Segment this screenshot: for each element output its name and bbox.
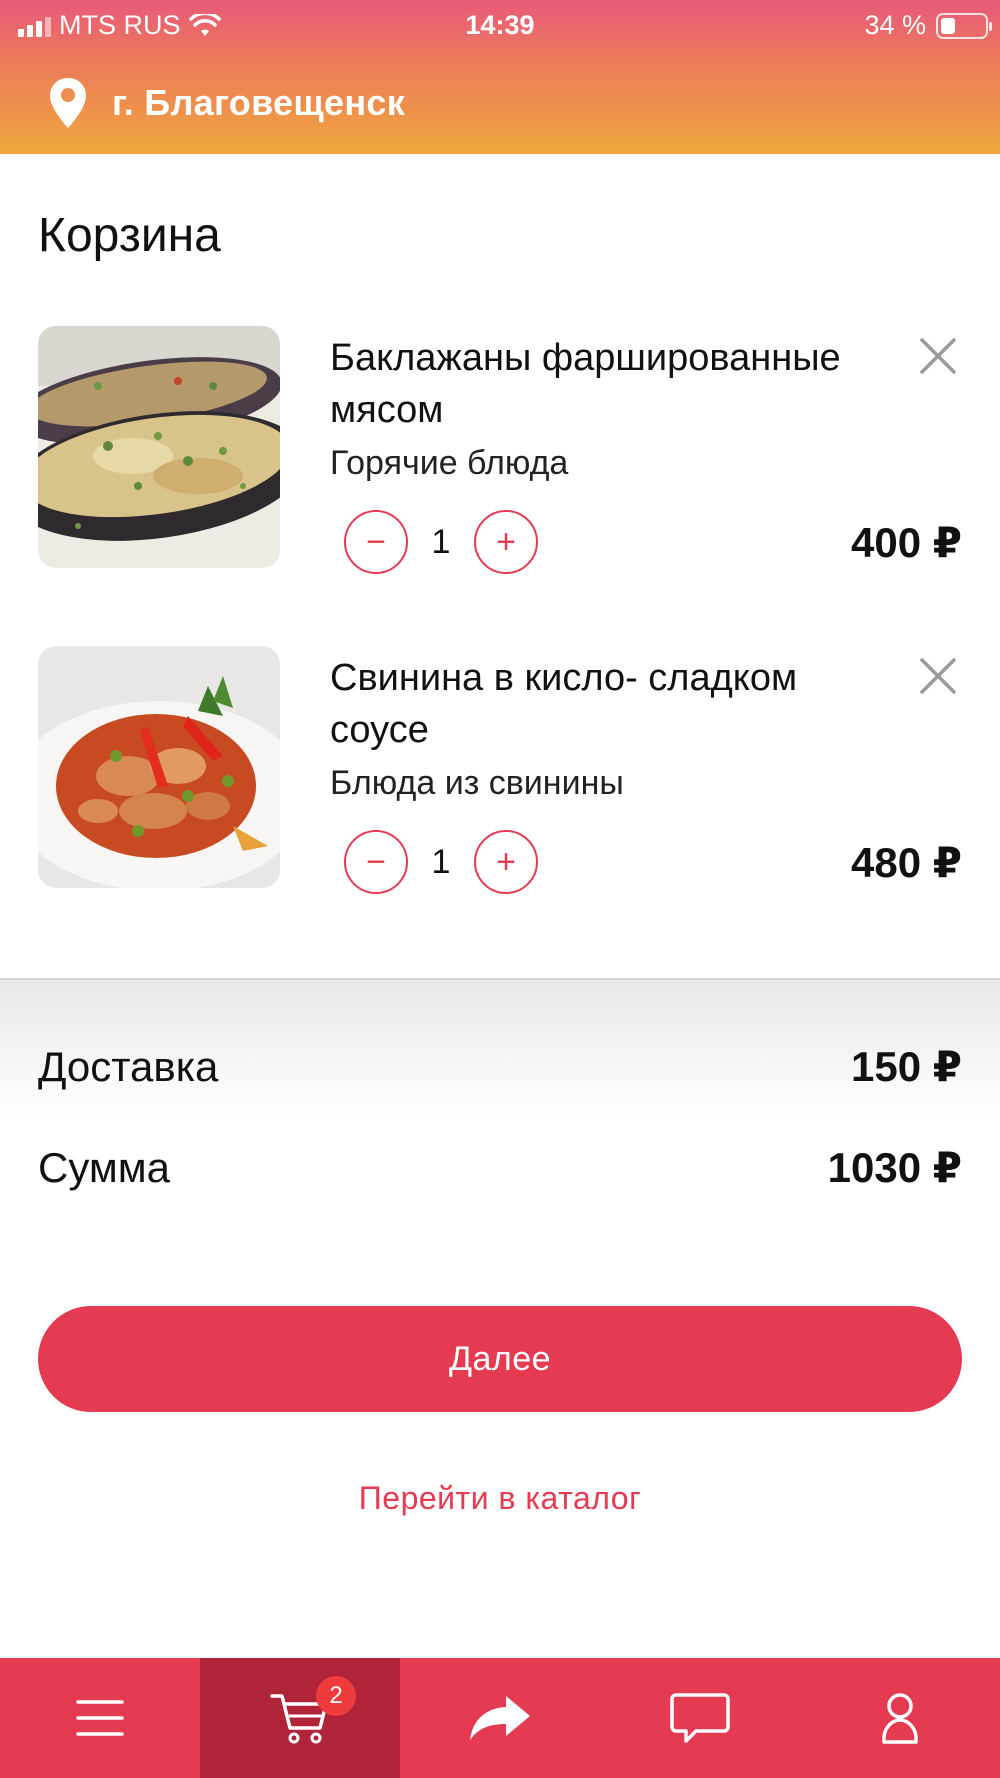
cart-item: Свинина в кисло- сладком соусе Блюда из … (38, 646, 962, 894)
remove-item-icon[interactable] (914, 332, 962, 380)
status-bar: MTS RUS 14:39 34 % (0, 0, 1000, 50)
go-to-catalog-link[interactable]: Перейти в каталог (0, 1480, 1000, 1517)
item-name: Баклажаны фаршированные мясом (330, 337, 841, 431)
tab-share[interactable] (400, 1658, 600, 1778)
tab-profile[interactable] (800, 1658, 1000, 1778)
item-price: 480 ₽ (851, 839, 962, 886)
quantity-stepper: − 1 + (344, 510, 538, 574)
city-name: г. Благовещенск (112, 82, 406, 123)
increase-quantity-button[interactable]: + (474, 830, 538, 894)
page-title: Корзина (38, 209, 221, 262)
tab-menu[interactable] (0, 1658, 200, 1778)
quantity-stepper: − 1 + (344, 830, 538, 894)
app-header: MTS RUS 14:39 34 % г. Благовещенск (0, 0, 1000, 154)
increase-quantity-button[interactable]: + (474, 510, 538, 574)
battery-status: 34 % (864, 10, 992, 41)
delivery-value: 150 ₽ (851, 1043, 962, 1090)
tab-cart[interactable]: 2 (200, 1658, 400, 1778)
chat-icon (670, 1693, 730, 1743)
menu-icon (76, 1700, 124, 1736)
bottom-tab-bar: 2 (0, 1658, 1000, 1778)
cart-count-badge: 2 (316, 1676, 356, 1716)
eggplant-dish-image (38, 326, 280, 568)
share-icon (470, 1696, 530, 1740)
pork-dish-image (38, 646, 280, 888)
city-selector[interactable]: г. Благовещенск (48, 76, 405, 130)
delivery-row: Доставка 150 ₽ (38, 1042, 962, 1091)
battery-level (941, 17, 955, 34)
total-value: 1030 ₽ (827, 1144, 962, 1191)
item-name: Свинина в кисло- сладком соусе (330, 657, 798, 751)
decrease-quantity-button[interactable]: − (344, 830, 408, 894)
total-row: Сумма 1030 ₽ (38, 1143, 962, 1192)
location-pin-icon (50, 78, 86, 128)
profile-icon (882, 1693, 918, 1744)
delivery-label: Доставка (38, 1042, 219, 1090)
item-category: Блюда из свинины (330, 764, 624, 802)
decrease-quantity-button[interactable]: − (344, 510, 408, 574)
item-price: 400 ₽ (851, 519, 962, 566)
status-time: 14:39 (465, 10, 535, 40)
cart-item: Баклажаны фаршированные мясом Горячие бл… (38, 326, 962, 574)
item-category: Горячие блюда (330, 444, 569, 482)
battery-icon (936, 12, 992, 39)
tab-chat[interactable] (600, 1658, 800, 1778)
battery-percent: 34 % (864, 10, 926, 40)
quantity-value: 1 (431, 842, 451, 881)
remove-item-icon[interactable] (914, 652, 962, 700)
next-button[interactable]: Далее (38, 1306, 962, 1412)
quantity-value: 1 (431, 522, 451, 561)
total-label: Сумма (38, 1143, 170, 1191)
